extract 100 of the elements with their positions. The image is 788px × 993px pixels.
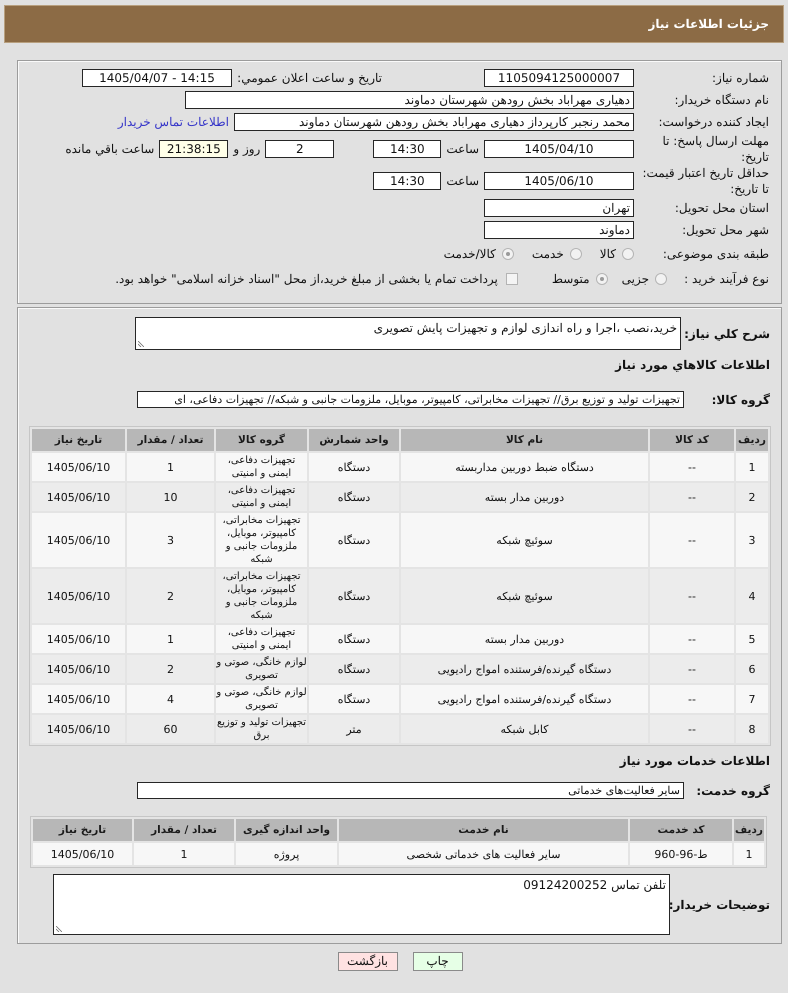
province-field[interactable]: تهران — [484, 199, 634, 217]
table-cell: 7 — [736, 685, 768, 713]
table-cell: 10 — [127, 483, 214, 511]
field-label: گروه خدمت: — [695, 784, 771, 798]
requester-field[interactable]: محمد رنجبر کارپرداز دهیاری مهراباد بخش رودهن شهرستان دماوند — [234, 113, 634, 131]
time-label: ساعت — [445, 174, 480, 188]
field-label: توضیحات خریدار: — [670, 898, 771, 912]
section-heading: اطلاعات خدمات مورد نیاز — [618, 753, 771, 769]
field-label: شرح کلي نیاز: — [683, 326, 771, 340]
table-cell: دوربین مدار بسته — [401, 483, 648, 511]
table-cell: -- — [650, 625, 734, 653]
column-header: تاریخ نیاز — [33, 819, 132, 841]
column-header: تعداد / مقدار — [127, 429, 214, 451]
days-field[interactable]: 2 — [265, 140, 334, 158]
table-cell: 4 — [127, 685, 214, 713]
table-cell: پروژه — [236, 843, 337, 865]
table-cell: 1405/06/10 — [32, 685, 125, 713]
radio-label: کالا/خدمت — [444, 246, 496, 260]
table-cell: 1405/06/10 — [32, 655, 125, 683]
date-field[interactable]: 1405/06/10 — [484, 172, 634, 190]
table-cell: 2 — [127, 569, 214, 623]
table-cell: 1 — [734, 843, 764, 865]
table-cell: دستگاه — [309, 483, 399, 511]
table-cell: دستگاه گیرنده/فرستنده امواج رادیویی — [401, 655, 648, 683]
resize-grip-icon[interactable] — [138, 341, 144, 347]
table-cell: -- — [650, 655, 734, 683]
table-cell: لوازم خانگی، صوتی و تصویری — [216, 685, 307, 713]
remaining-time-field[interactable]: 21:38:15 — [159, 140, 228, 158]
field-label: نام دستگاه خریدار: — [674, 92, 770, 108]
buyer-org-field[interactable]: دهیاری مهراباد بخش رودهن شهرستان دماوند — [185, 91, 634, 109]
radio-label: متوسط — [552, 272, 590, 286]
table-cell: تجهیزات دفاعی، ایمنی و امنیتی — [216, 483, 307, 511]
table-cell: تجهیزات دفاعی، ایمنی و امنیتی — [216, 453, 307, 481]
table-cell: 6 — [736, 655, 768, 683]
table-cell: ط-96-960 — [630, 843, 732, 865]
table-cell: دستگاه — [309, 513, 399, 567]
table-cell: 1 — [134, 843, 234, 865]
table-cell: دستگاه — [309, 655, 399, 683]
table-cell: متر — [309, 715, 399, 743]
table-cell: 1 — [127, 453, 214, 481]
radio-button[interactable] — [570, 248, 582, 260]
checkbox[interactable] — [506, 272, 518, 284]
table-cell: -- — [650, 453, 734, 481]
table-cell: 1 — [127, 625, 214, 653]
table-cell: -- — [650, 569, 734, 623]
table-cell: -- — [650, 715, 734, 743]
table-cell: تجهیزات مخابراتی، کامپیوتر، موبایل، ملزومات جانبی و شبکه — [216, 513, 307, 567]
time-field[interactable]: 14:30 — [373, 140, 442, 158]
table-cell: 1405/06/10 — [32, 513, 125, 567]
buyer-notes-textarea[interactable]: تلفن تماس 09124200252 — [53, 874, 670, 935]
checkbox-label: پرداخت تمام یا بخشی از مبلغ خرید،از محل "اسناد خزانه اسلامی" خواهد بود. — [115, 272, 498, 286]
radio-button[interactable] — [622, 248, 634, 260]
table-cell: دستگاه — [309, 685, 399, 713]
radio-button[interactable] — [596, 272, 608, 284]
field-label: حداقل تاریخ اعتبار قیمت: تا تاریخ: — [641, 165, 770, 197]
time-label: ساعت — [445, 142, 480, 156]
table-cell: سوئیچ شبکه — [401, 569, 648, 623]
field-label: ایجاد کننده درخواست: — [657, 114, 770, 130]
column-header: نام خدمت — [339, 819, 628, 841]
column-header: ردیف — [734, 819, 764, 841]
table-cell: 2 — [127, 655, 214, 683]
table-cell: لوازم خانگی، صوتی و تصویری — [216, 655, 307, 683]
radio-button[interactable] — [655, 272, 667, 284]
table-cell: 8 — [736, 715, 768, 743]
table-cell: تجهیزات تولید و توزیع برق — [216, 715, 307, 743]
goods-group-field[interactable]: تجهیزات تولید و توزیع برق// تجهیزات مخابراتی، کامپیوتر، موبایل، ملزومات جانبی و شبکه// تجهیزات دفاعی، ای — [137, 391, 684, 408]
description-textarea[interactable]: خرید،نصب ،اجرا و راه اندازی لوازم و تجهیزات پایش تصویری — [135, 317, 681, 350]
column-header: واحد شمارش — [309, 429, 399, 451]
table-cell: تجهیزات دفاعی، ایمنی و امنیتی — [216, 625, 307, 653]
field-label: تاریخ و ساعت اعلان عمومي: — [236, 70, 383, 86]
city-field[interactable]: دماوند — [484, 221, 634, 239]
column-header: کد کالا — [650, 429, 734, 451]
table-cell: 1405/06/10 — [32, 569, 125, 623]
table-cell: کابل شبکه — [401, 715, 648, 743]
radio-label: خدمت — [532, 246, 564, 260]
table-cell: تجهیزات مخابراتی، کامپیوتر، موبایل، ملزومات جانبی و شبکه — [216, 569, 307, 623]
table-cell: دستگاه — [309, 453, 399, 481]
radio-button[interactable] — [502, 248, 514, 260]
column-header: تعداد / مقدار — [134, 819, 234, 841]
field-label: شهر محل تحویل: — [681, 222, 770, 238]
table-cell: -- — [650, 685, 734, 713]
date-field[interactable]: 1405/04/10 — [484, 140, 634, 158]
field-label: شماره نیاز: — [711, 70, 770, 86]
table-cell: 4 — [736, 569, 768, 623]
table-cell: 1405/06/10 — [32, 715, 125, 743]
need-number-field[interactable]: 1105094125000007 — [484, 69, 634, 87]
column-header: گروه کالا — [216, 429, 307, 451]
resize-grip-icon[interactable] — [56, 926, 62, 932]
table-cell: -- — [650, 513, 734, 567]
table-cell: دستگاه ضبط دوربین مداربسته — [401, 453, 648, 481]
back-button[interactable]: بازگشت — [338, 952, 398, 971]
days-label: روز و — [232, 142, 262, 156]
print-button[interactable]: چاپ — [412, 952, 462, 971]
table-cell: دستگاه — [309, 569, 399, 623]
service-group-field[interactable]: سایر فعالیت‌های خدماتی — [137, 782, 684, 799]
table-cell: 1405/06/10 — [33, 843, 132, 865]
radio-label: جزیی — [622, 272, 649, 286]
announcement-field[interactable]: 1405/04/07 - 14:15 — [82, 69, 232, 87]
contact-link[interactable]: اطلاعات تماس خریدار — [118, 115, 229, 129]
time-field[interactable]: 14:30 — [373, 172, 442, 190]
